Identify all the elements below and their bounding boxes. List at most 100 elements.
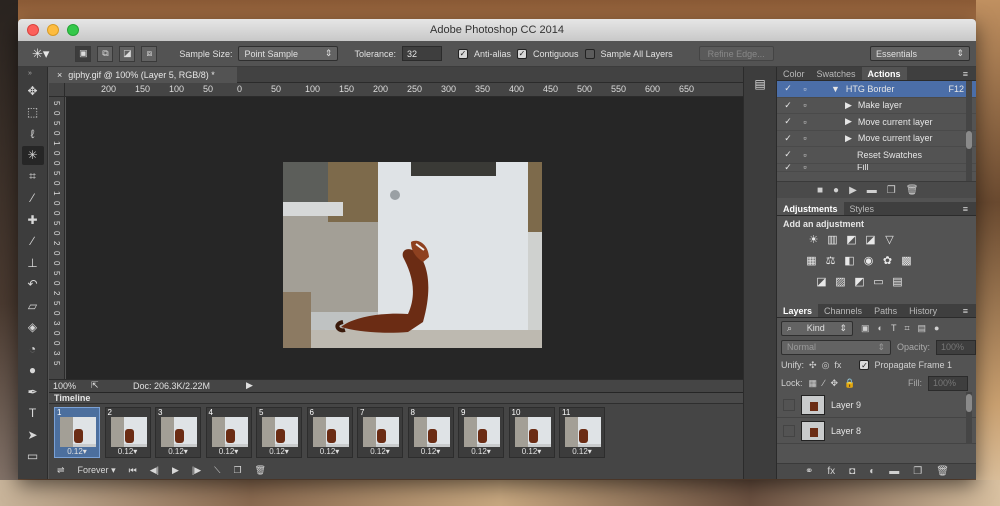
ruler-origin[interactable] (49, 83, 65, 97)
sample-size-select[interactable]: Point Sample ⇕ (238, 46, 339, 61)
frame-delay[interactable]: 0.12▾ (360, 447, 400, 456)
frame-delay[interactable]: 0.12▾ (57, 447, 97, 456)
anti-alias-checkbox[interactable]: ✓ (457, 48, 468, 59)
lock-transparent-icon[interactable]: ▦ (809, 378, 818, 389)
canvas-pasteboard[interactable] (66, 97, 743, 379)
dialog-toggle-icon[interactable]: ▫ (799, 99, 811, 111)
document-image[interactable] (283, 162, 542, 348)
stop-icon[interactable]: ■ (817, 185, 823, 196)
convert-frames-icon[interactable]: ⇌ (57, 465, 65, 476)
status-menu-arrow-icon[interactable]: ▶ (246, 380, 253, 391)
expand-arrow-icon[interactable]: ▶ (845, 100, 852, 111)
link-layers-icon[interactable]: ⚭ (805, 466, 813, 477)
new-selection-icon[interactable]: ▣ (75, 45, 92, 62)
action-row[interactable]: ✓ ▫ ▶ Move current layer (777, 131, 976, 147)
animation-frame[interactable]: 3 0.12▾ (155, 407, 201, 458)
refine-edge-button[interactable]: Refine Edge... (698, 46, 774, 61)
color-lookup-icon[interactable]: ▩ (900, 254, 913, 267)
animation-frame[interactable]: 8 0.12▾ (407, 407, 454, 458)
eyedropper-tool-icon[interactable]: ⁄ (22, 189, 44, 208)
animation-frame[interactable]: 7 0.12▾ (357, 407, 403, 458)
toggle-check-icon[interactable]: ✓ (782, 164, 794, 171)
add-to-selection-icon[interactable]: ⧉ (97, 45, 114, 62)
tween-icon[interactable]: ⟍ (214, 465, 220, 476)
toggle-check-icon[interactable]: ✓ (782, 116, 794, 128)
frame-delay[interactable]: 0.12▾ (310, 447, 350, 456)
magic-wand-tool-preset-icon[interactable]: ✳▾ (32, 46, 49, 62)
selective-color-icon[interactable]: ▭ (872, 275, 885, 288)
animation-frame[interactable]: 1 0.12▾ (54, 407, 100, 458)
pen-tool-icon[interactable]: ✒ (22, 382, 44, 401)
dialog-toggle-icon[interactable]: ▫ (799, 132, 811, 144)
previous-frame-icon[interactable]: ◀| (150, 465, 159, 476)
actions-panel-icon[interactable]: ▤ (751, 75, 769, 93)
lock-pixels-icon[interactable]: ∕ (823, 378, 825, 388)
photo-filter-icon[interactable]: ◉ (862, 254, 875, 267)
scroll-thumb[interactable] (966, 131, 972, 149)
frame-delay[interactable]: 0.12▾ (259, 447, 299, 456)
smart-object-filter-icon[interactable]: ▤ (918, 323, 927, 334)
visibility-toggle-icon[interactable] (783, 424, 795, 437)
toggle-check-icon[interactable]: ✓ (782, 132, 794, 144)
eraser-tool-icon[interactable]: ▱ (22, 296, 44, 315)
layer-row[interactable]: Layer 8 (777, 418, 976, 444)
tab-paths[interactable]: Paths (868, 304, 903, 317)
type-tool-icon[interactable]: T (22, 404, 44, 423)
threshold-icon[interactable]: ◩ (853, 275, 866, 288)
expand-arrow-icon[interactable]: ▼ (831, 84, 840, 94)
unify-visibility-icon[interactable]: ◎ (822, 360, 830, 371)
posterize-icon[interactable]: ▨ (834, 275, 847, 288)
dialog-toggle-icon[interactable]: ▫ (799, 83, 811, 95)
adjustment-filter-icon[interactable]: ◐ (878, 323, 883, 333)
levels-icon[interactable]: ▥ (826, 233, 839, 246)
shape-filter-icon[interactable]: ⌗ (904, 323, 909, 334)
frame-delay[interactable]: 0.12▾ (562, 447, 602, 456)
new-layer-icon[interactable]: ❐ (913, 466, 922, 477)
tab-color[interactable]: Color (777, 67, 811, 80)
dialog-toggle-icon[interactable]: ▫ (799, 149, 811, 161)
brightness-contrast-icon[interactable]: ☀ (807, 233, 820, 246)
blend-mode-select[interactable]: Normal ⇕ (781, 339, 891, 355)
frame-delay[interactable]: 0.12▾ (461, 447, 501, 456)
tools-collapse-icon[interactable]: » (18, 67, 47, 81)
next-frame-icon[interactable]: |▶ (192, 465, 201, 476)
curves-icon[interactable]: ◩ (845, 233, 858, 246)
delete-action-icon[interactable]: 🗑 (906, 185, 919, 196)
move-tool-icon[interactable]: ✥ (22, 81, 44, 100)
unify-style-icon[interactable]: fx (834, 360, 841, 370)
sample-all-layers-checkbox[interactable] (584, 48, 595, 59)
frame-delay[interactable]: 0.12▾ (512, 447, 552, 456)
toggle-check-icon[interactable]: ✓ (782, 149, 794, 161)
opacity-input[interactable]: 100% (936, 339, 976, 355)
exposure-icon[interactable]: ◪ (864, 233, 877, 246)
vibrance-icon[interactable]: ▽ (883, 233, 896, 246)
lock-all-icon[interactable]: 🔒 (844, 378, 855, 389)
tolerance-input[interactable]: 32 (401, 46, 442, 61)
vertical-ruler[interactable]: 5 0 5 0 1 0 0 5 0 1 0 0 5 0 2 0 0 5 0 2 5 0 3 0 0 3 5 (49, 97, 65, 379)
expand-arrow-icon[interactable]: ▶ (845, 116, 852, 127)
animation-frame[interactable]: 9 0.12▾ (458, 407, 504, 458)
tab-channels[interactable]: Channels (818, 304, 868, 317)
document-tab[interactable]: × giphy.gif @ 100% (Layer 5, RGB/8) * (49, 67, 237, 83)
new-adjustment-layer-icon[interactable]: ◐ (869, 466, 875, 477)
frame-delay[interactable]: 0.12▾ (158, 447, 198, 456)
status-share-icon[interactable]: ⇱ (91, 380, 99, 391)
horizontal-ruler[interactable]: 200 150 100 50 0 50 100 150 200 250 300 350 400 450 50… (65, 83, 743, 97)
action-row[interactable]: ✓ ▫ ▶ Make layer (777, 98, 976, 114)
path-selection-tool-icon[interactable]: ➤ (22, 425, 44, 444)
animation-frame[interactable]: 5 0.12▾ (256, 407, 302, 458)
type-filter-icon[interactable]: T (891, 323, 897, 333)
crop-tool-icon[interactable]: ⌗ (22, 167, 44, 186)
contiguous-checkbox[interactable]: ✓ (517, 48, 527, 59)
hue-saturation-icon[interactable]: ▦ (805, 254, 818, 267)
action-row[interactable]: ✓ ▫ Reset Swatches (777, 147, 976, 164)
scroll-thumb[interactable] (966, 394, 972, 412)
unify-position-icon[interactable]: ✣ (809, 360, 817, 371)
delete-layer-icon[interactable]: 🗑 (936, 466, 949, 477)
tab-layers[interactable]: Layers (777, 304, 819, 317)
toggle-check-icon[interactable]: ✓ (782, 99, 794, 111)
toggle-check-icon[interactable]: ✓ (782, 83, 794, 95)
paint-bucket-tool-icon[interactable]: ◈ (22, 318, 44, 337)
filter-toggle-icon[interactable]: ● (934, 323, 939, 333)
animation-frame[interactable]: 11 0.12▾ (559, 407, 605, 458)
